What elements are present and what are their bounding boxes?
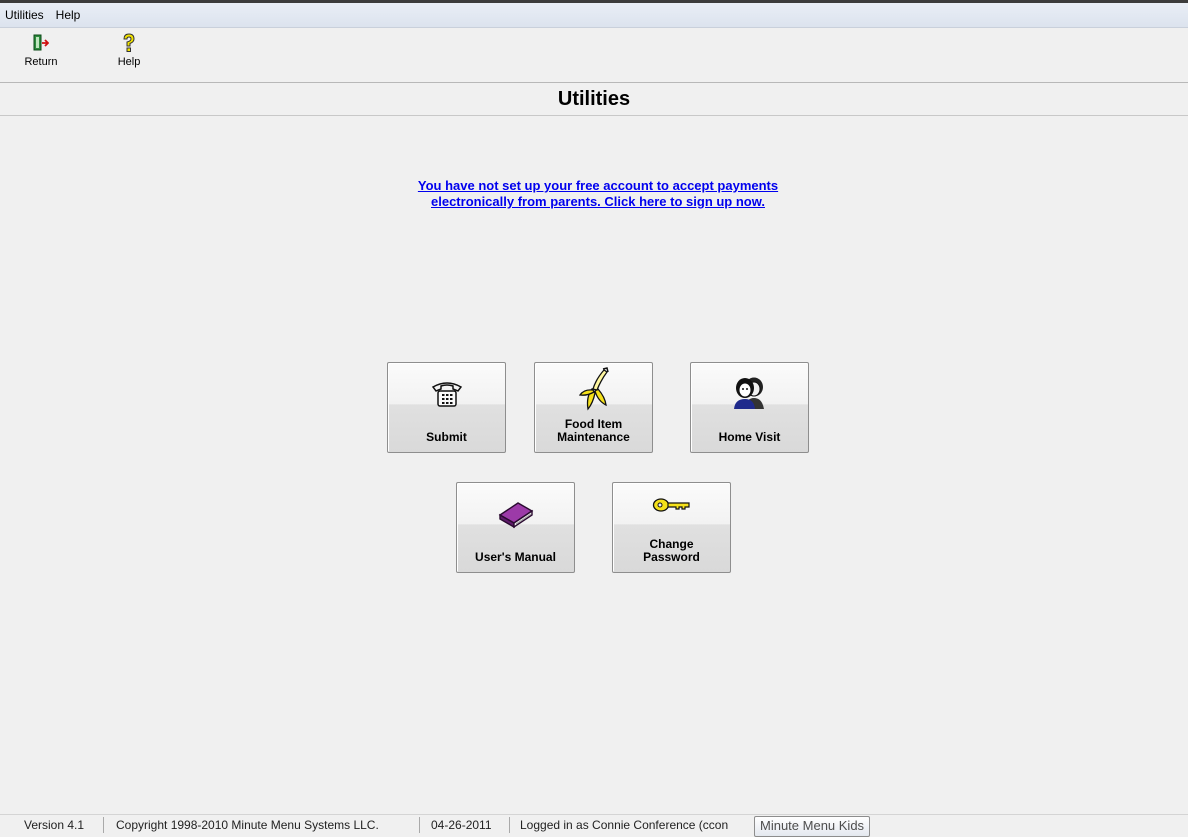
signup-link-line-2: electronically from parents. Click here …: [431, 194, 765, 209]
question-mark-icon: [121, 32, 137, 54]
home-visit-button[interactable]: Home Visit: [690, 362, 809, 453]
submit-button[interactable]: Submit: [387, 362, 506, 453]
change-password-button[interactable]: Change Password: [612, 482, 731, 573]
status-bar: Version 4.1 Copyright 1998-2010 Minute M…: [0, 814, 1188, 836]
food-item-maintenance-button[interactable]: Food Item Maintenance: [534, 362, 653, 453]
submit-label: Submit: [426, 430, 467, 444]
telephone-icon: [388, 371, 505, 415]
key-icon: [613, 493, 730, 517]
exit-door-icon: [33, 32, 49, 54]
menu-bar: Utilities Help: [0, 3, 1188, 28]
page-title: Utilities: [0, 83, 1188, 116]
status-divider: [419, 817, 420, 833]
change-password-label: Change Password: [643, 537, 700, 564]
users-manual-label: User's Manual: [475, 550, 556, 564]
status-login: Logged in as Connie Conference (ccon: [520, 818, 729, 832]
help-label: Help: [117, 56, 141, 68]
people-icon: [691, 371, 808, 415]
home-visit-label: Home Visit: [718, 430, 781, 444]
help-button[interactable]: Help: [104, 32, 154, 78]
status-copyright: Copyright 1998-2010 Minute Menu Systems …: [116, 818, 379, 832]
payment-signup-link[interactable]: You have not set up your free account to…: [340, 178, 856, 210]
status-version: Version 4.1: [24, 818, 85, 832]
tooltip: Minute Menu Kids: [754, 816, 871, 837]
status-date: 04-26-2011: [431, 818, 492, 832]
status-divider: [509, 817, 510, 833]
status-divider: [103, 817, 104, 833]
menu-help[interactable]: Help: [50, 8, 87, 22]
return-label: Return: [24, 56, 58, 68]
menu-utilities[interactable]: Utilities: [0, 8, 50, 22]
food-item-maintenance-label: Food Item Maintenance: [557, 417, 630, 444]
signup-link-line-1: You have not set up your free account to…: [417, 178, 779, 193]
book-icon: [457, 491, 574, 535]
banana-icon: [535, 367, 652, 411]
users-manual-button[interactable]: User's Manual: [456, 482, 575, 573]
return-button[interactable]: Return: [16, 32, 66, 78]
toolbar: Return Help: [0, 28, 1188, 83]
